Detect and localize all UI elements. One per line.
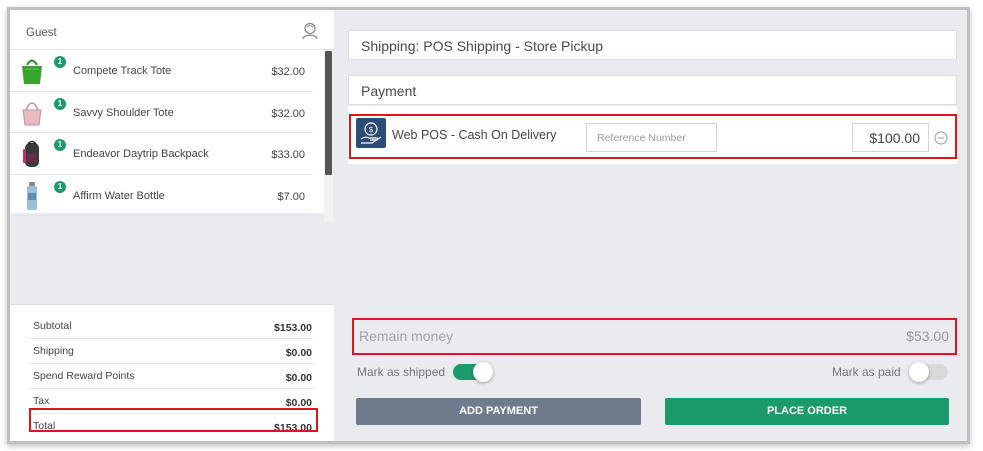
cart-item[interactable]: 1 Savvy Shoulder Tote $32.00 bbox=[10, 92, 313, 133]
item-price: $32.00 bbox=[271, 107, 305, 120]
subtotal-label: Subtotal bbox=[33, 320, 72, 332]
shipping-method[interactable]: Shipping: POS Shipping - Store Pickup bbox=[348, 30, 957, 60]
shipping-value: $0.00 bbox=[285, 347, 312, 359]
item-name: Endeavor Daytrip Backpack bbox=[73, 148, 209, 160]
place-order-button[interactable]: PLACE ORDER bbox=[665, 398, 949, 425]
dark-backpack-image bbox=[23, 140, 39, 167]
reward-points-label: Spend Reward Points bbox=[33, 370, 135, 382]
water-bottle-image bbox=[27, 181, 37, 210]
cart-scrollbar[interactable] bbox=[324, 50, 333, 222]
shipping-label: Shipping bbox=[33, 345, 74, 357]
reward-points-value: $0.00 bbox=[285, 372, 312, 384]
mark-as-paid-label: Mark as paid bbox=[832, 365, 901, 379]
shipping-row: Shipping $0.00 bbox=[28, 339, 314, 364]
pos-checkout-window: Guest 1 Compete Track Tote $32.00 1 Savv… bbox=[10, 10, 967, 441]
shipping-method-text: Shipping: POS Shipping - Store Pickup bbox=[361, 38, 604, 54]
payment-section-header: Payment bbox=[348, 75, 957, 105]
tax-label: Tax bbox=[33, 395, 50, 407]
item-name: Savvy Shoulder Tote bbox=[73, 106, 174, 119]
cart-item[interactable]: 1 Compete Track Tote $32.00 bbox=[10, 50, 313, 92]
add-payment-button[interactable]: ADD PAYMENT bbox=[356, 398, 641, 425]
cart-area: 1 Compete Track Tote $32.00 1 Savvy Shou… bbox=[10, 50, 334, 304]
green-tote-bag-image bbox=[22, 59, 42, 84]
item-price: $32.00 bbox=[271, 66, 305, 78]
cart-item[interactable]: 1 Affirm Water Bottle $7.00 bbox=[10, 175, 313, 216]
cart-panel: Guest 1 Compete Track Tote $32.00 1 Savv… bbox=[10, 10, 334, 441]
scrollbar-thumb[interactable] bbox=[325, 51, 332, 175]
customer-label: Guest bbox=[26, 27, 57, 39]
remain-money-value: $53.00 bbox=[906, 328, 949, 344]
subtotal-value: $153.00 bbox=[274, 322, 312, 334]
toggle-knob bbox=[909, 362, 929, 382]
remain-money-label: Remain money bbox=[359, 328, 454, 344]
item-price: $33.00 bbox=[271, 149, 305, 161]
cart-item[interactable]: 1 Endeavor Daytrip Backpack $33.00 bbox=[10, 133, 313, 175]
payment-highlight-box bbox=[349, 114, 957, 159]
remain-money-box: Remain money $53.00 bbox=[352, 318, 957, 355]
reward-points-row: Spend Reward Points $0.00 bbox=[28, 364, 314, 389]
customer-icon[interactable] bbox=[300, 21, 320, 41]
mark-as-shipped-label: Mark as shipped bbox=[357, 365, 446, 379]
item-name: Compete Track Tote bbox=[73, 65, 172, 77]
cart-list: 1 Compete Track Tote $32.00 1 Savvy Shou… bbox=[10, 50, 324, 216]
item-name: Affirm Water Bottle bbox=[73, 189, 165, 202]
subtotal-row: Subtotal $153.00 bbox=[28, 314, 314, 339]
pink-shoulder-tote-image bbox=[22, 101, 42, 125]
mark-as-shipped-toggle[interactable] bbox=[453, 362, 493, 382]
mark-as-paid-toggle[interactable] bbox=[909, 362, 948, 382]
total-highlight-box bbox=[29, 408, 318, 432]
payment-title: Payment bbox=[361, 83, 417, 99]
item-price: $7.00 bbox=[277, 190, 305, 203]
toggle-knob bbox=[473, 362, 493, 382]
quantity-badge: 1 bbox=[54, 97, 66, 110]
quantity-badge: 1 bbox=[54, 139, 66, 151]
customer-header[interactable]: Guest bbox=[10, 10, 334, 50]
quantity-badge: 1 bbox=[54, 180, 66, 193]
quantity-badge: 1 bbox=[54, 56, 66, 68]
